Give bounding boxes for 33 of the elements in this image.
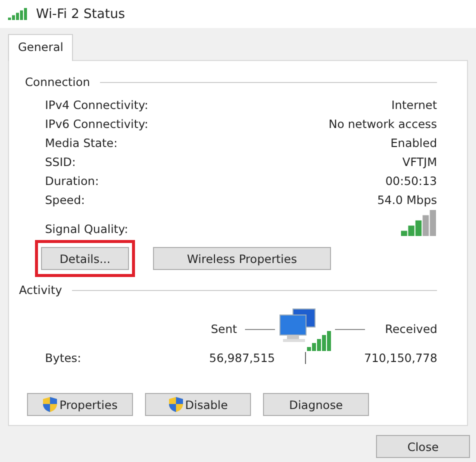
received-bytes: 710,150,778 — [363, 351, 438, 365]
field-value: Enabled — [390, 136, 437, 150]
signal-icon — [8, 8, 28, 20]
field-value: VFTJM — [402, 154, 437, 168]
field-label: SSID: — [45, 154, 76, 168]
shield-icon — [42, 396, 58, 413]
diagnose-button[interactable]: Diagnose — [263, 393, 369, 416]
network-computers-icon — [277, 307, 333, 351]
signal-quality-icon — [401, 210, 437, 236]
field-label: IPv4 Connectivity: — [45, 98, 148, 112]
section-heading: Activity — [19, 283, 62, 297]
received-label: Received — [385, 322, 438, 336]
field-label: Duration: — [45, 174, 99, 188]
section-heading: Connection — [25, 75, 90, 89]
tab[interactable]: General — [8, 34, 74, 61]
field-value: 00:50:13 — [385, 174, 437, 188]
field-label: Media State: — [45, 136, 118, 150]
sent-label: Sent — [210, 322, 237, 336]
shield-button[interactable]: Disable — [145, 393, 251, 416]
field-value: Internet — [391, 98, 437, 112]
bytes-label: Bytes: — [45, 351, 82, 365]
field-label: IPv6 Connectivity: — [45, 116, 148, 130]
window-title: Wi-Fi 2 Status — [36, 6, 125, 22]
close-button[interactable]: Close — [376, 435, 470, 458]
field-label: Signal Quality: — [45, 222, 128, 236]
wireless-properties-button[interactable]: Wireless Properties — [153, 247, 331, 270]
shield-icon — [168, 396, 184, 413]
field-value: No network access — [328, 116, 437, 130]
sent-bytes: 56,987,515 — [208, 351, 275, 365]
shield-button[interactable]: Properties — [27, 393, 133, 416]
field-value: 54.0 Mbps — [377, 192, 437, 206]
field-label: Speed: — [45, 192, 85, 206]
details-button[interactable]: Details... — [41, 247, 129, 270]
